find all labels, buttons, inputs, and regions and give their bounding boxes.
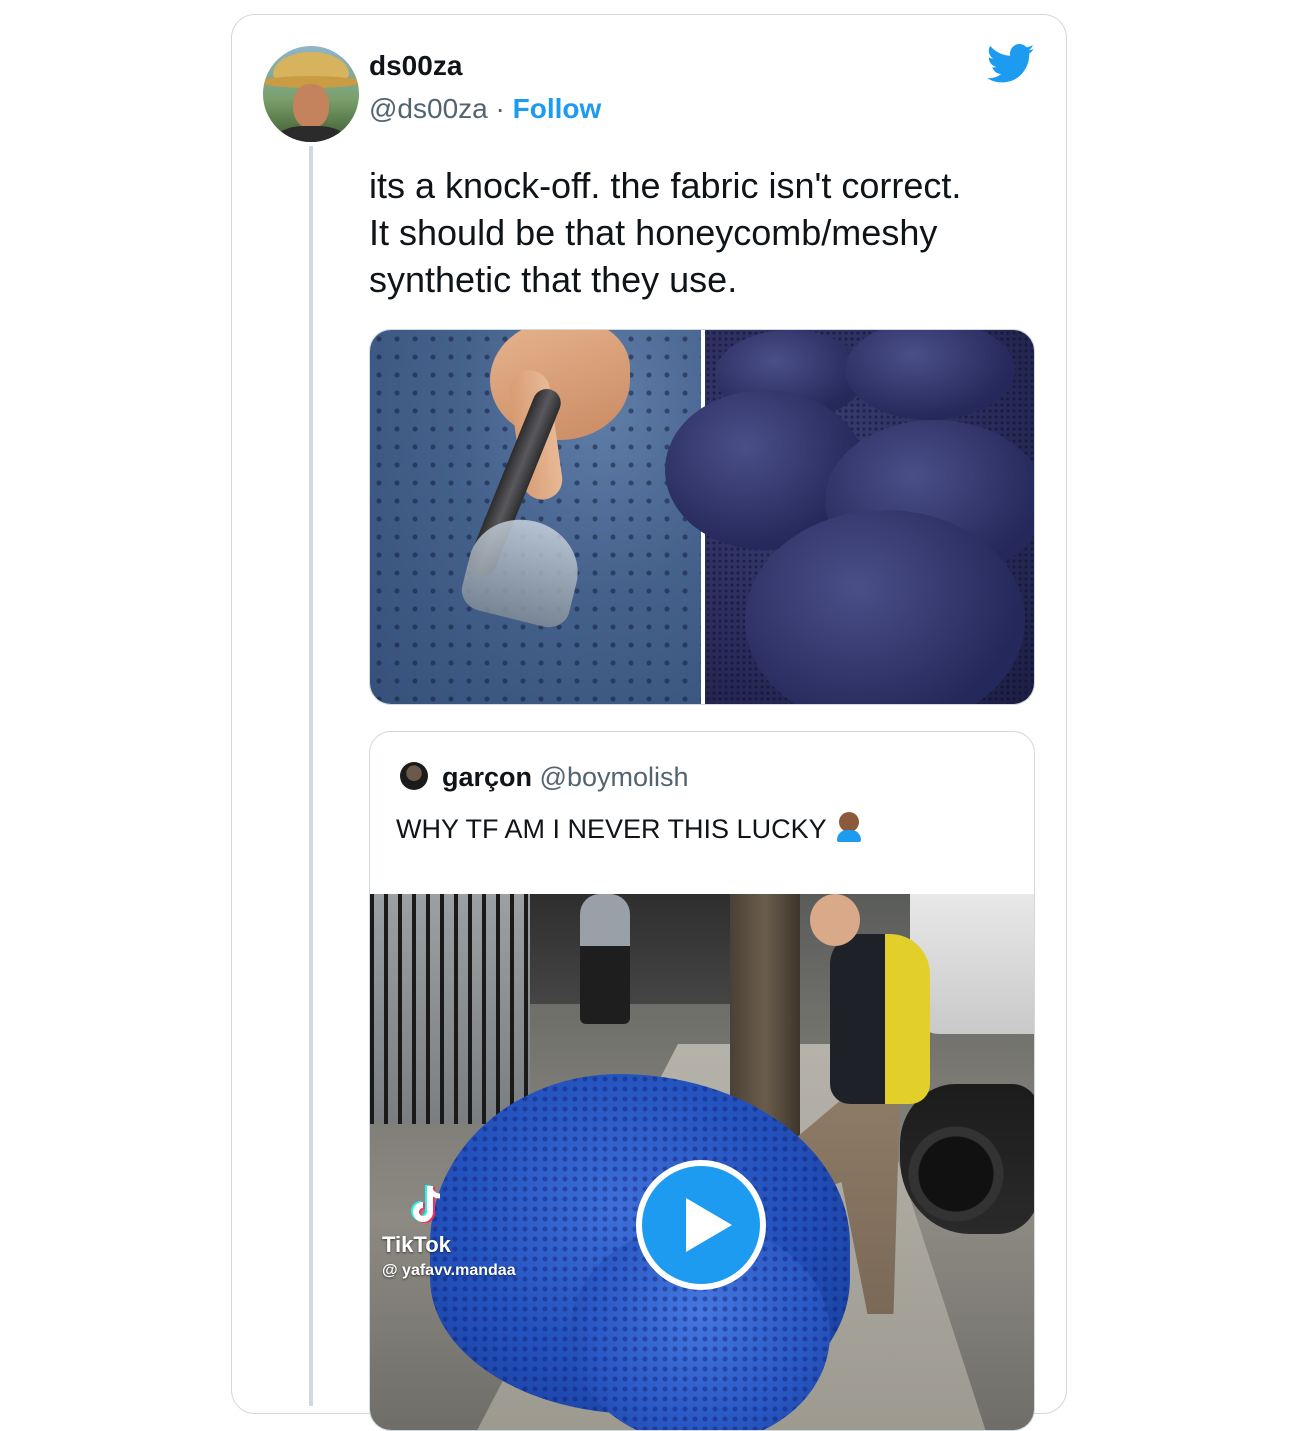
author-display-name[interactable]: ds00za — [369, 50, 462, 82]
author-avatar[interactable] — [263, 46, 359, 142]
quoted-header: garçon @boymolish — [442, 762, 689, 793]
person-facepalming-emoji-icon — [835, 812, 863, 842]
tweet-media-grid — [369, 329, 1035, 705]
tiktok-username: @ yafavv.mandaa — [382, 1262, 516, 1279]
quoted-tweet[interactable]: garçon @boymolish WHY TF AM I NEVER THIS… — [369, 731, 1035, 1431]
tweet-text: its a knock-off. the fabric isn't correc… — [369, 165, 962, 300]
twitter-bird-icon[interactable] — [987, 44, 1035, 84]
media-photo-mesh-sofa[interactable] — [665, 330, 1034, 704]
quoted-text: WHY TF AM I NEVER THIS LUCKY — [396, 814, 827, 844]
quoted-display-name: garçon — [442, 762, 533, 792]
quoted-handle: @boymolish — [539, 762, 689, 792]
author-handle[interactable]: @ds00za — [369, 93, 488, 124]
follow-button[interactable]: Follow — [513, 93, 602, 124]
quoted-author-avatar — [400, 762, 428, 790]
quoted-text-row: WHY TF AM I NEVER THIS LUCKY — [396, 812, 863, 845]
play-button[interactable] — [636, 1160, 766, 1290]
media-photo-cleaning-sofa[interactable] — [370, 330, 701, 704]
tiktok-logo-icon — [411, 1185, 441, 1223]
author-handle-row: @ds00za · Follow — [369, 93, 601, 125]
quoted-video[interactable]: TikTok @ yafavv.mandaa — [370, 894, 1034, 1430]
play-icon — [686, 1198, 732, 1252]
separator-dot: · — [495, 93, 505, 124]
tiktok-brand-text: TikTok — [382, 1232, 451, 1257]
thread-line — [309, 146, 313, 1406]
